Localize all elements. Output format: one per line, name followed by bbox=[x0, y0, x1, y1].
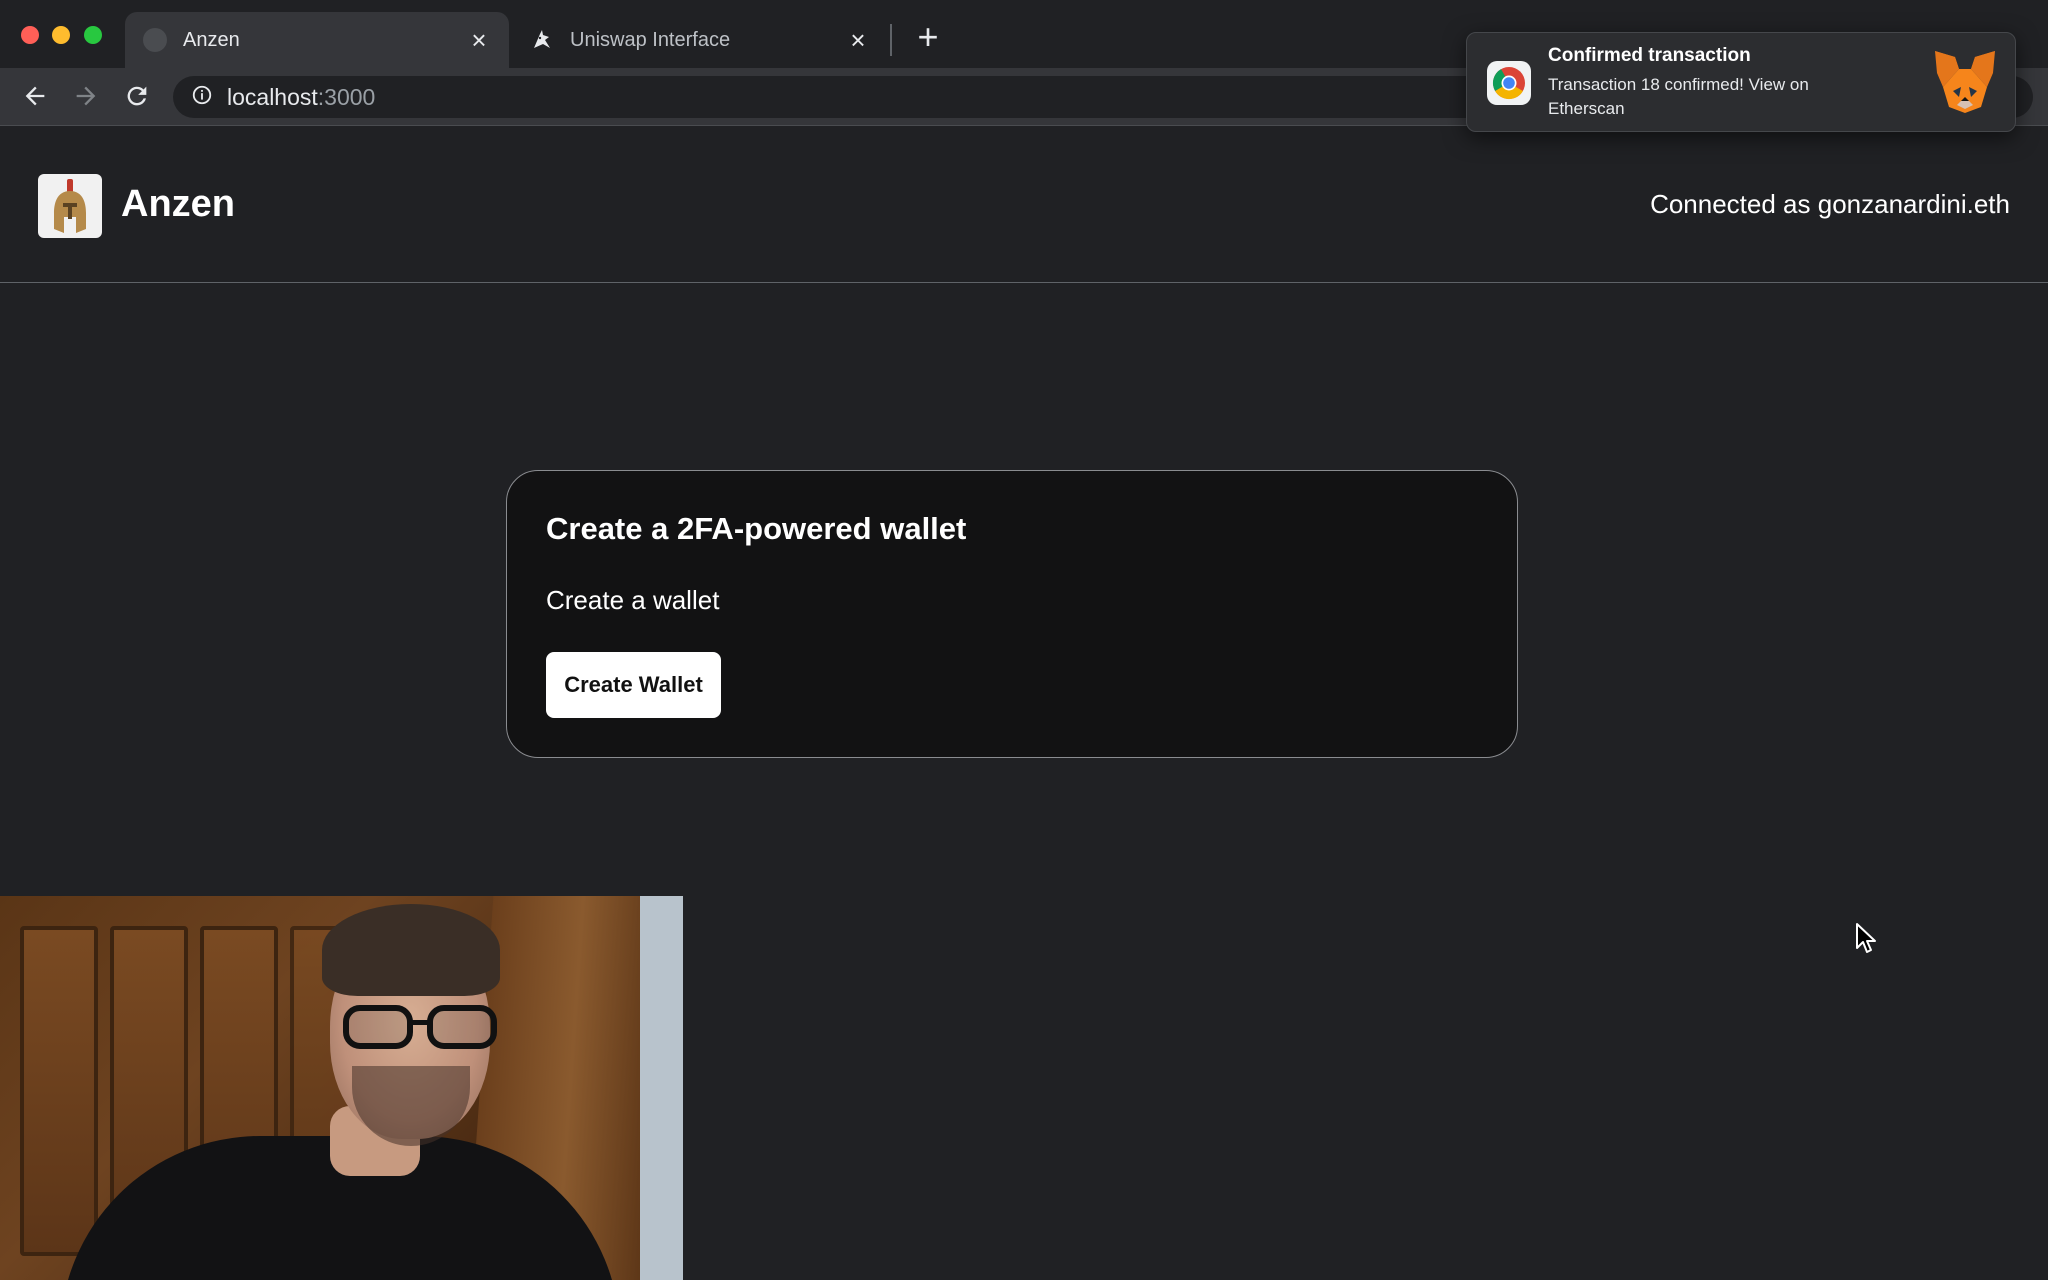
wall bbox=[640, 896, 683, 1280]
unicorn-icon bbox=[530, 28, 554, 52]
close-tab-icon[interactable]: × bbox=[846, 25, 870, 56]
tab-uniswap[interactable]: Uniswap Interface × bbox=[512, 12, 888, 68]
back-arrow-icon[interactable] bbox=[17, 78, 53, 114]
app-header: Anzen Connected as gonzanardini.eth bbox=[0, 127, 2048, 283]
forward-arrow-icon[interactable] bbox=[68, 78, 104, 114]
webcam-overlay bbox=[0, 896, 683, 1280]
tab-title: Uniswap Interface bbox=[570, 28, 731, 51]
card-title: Create a 2FA-powered wallet bbox=[546, 511, 967, 546]
card-subtitle: Create a wallet bbox=[546, 585, 720, 615]
metamask-notification[interactable]: Confirmed transaction Transaction 18 con… bbox=[1466, 32, 2016, 132]
connected-account: Connected as gonzanardini.eth bbox=[1650, 189, 2010, 219]
maximize-window-button[interactable] bbox=[84, 26, 102, 44]
tab-anzen[interactable]: Anzen × bbox=[125, 12, 509, 68]
spartan-helmet-icon[interactable] bbox=[38, 174, 102, 238]
wardrobe-door bbox=[20, 926, 98, 1256]
close-window-button[interactable] bbox=[21, 26, 39, 44]
tab-title: Anzen bbox=[183, 28, 240, 51]
brand-name: Anzen bbox=[121, 183, 235, 225]
glasses-icon bbox=[343, 1005, 497, 1049]
create-wallet-card: Create a 2FA-powered wallet Create a wal… bbox=[506, 470, 1518, 758]
site-info-icon[interactable] bbox=[191, 84, 213, 111]
new-tab-button[interactable]: + bbox=[910, 16, 946, 58]
tab-separator bbox=[890, 24, 892, 56]
reload-icon[interactable] bbox=[119, 78, 155, 114]
create-wallet-button[interactable]: Create Wallet bbox=[546, 652, 721, 718]
person-hair bbox=[322, 904, 500, 996]
mouse-cursor-icon bbox=[1856, 923, 1876, 953]
url-text: localhost:3000 bbox=[227, 83, 376, 110]
chrome-icon bbox=[1487, 61, 1531, 105]
notification-body[interactable]: Transaction 18 confirmed! View on Ethers… bbox=[1548, 73, 1868, 121]
notification-title: Confirmed transaction bbox=[1548, 45, 1751, 66]
minimize-window-button[interactable] bbox=[52, 26, 70, 44]
close-tab-icon[interactable]: × bbox=[467, 25, 491, 56]
anzen-favicon-icon bbox=[143, 28, 167, 52]
metamask-fox-icon bbox=[1929, 47, 2001, 119]
